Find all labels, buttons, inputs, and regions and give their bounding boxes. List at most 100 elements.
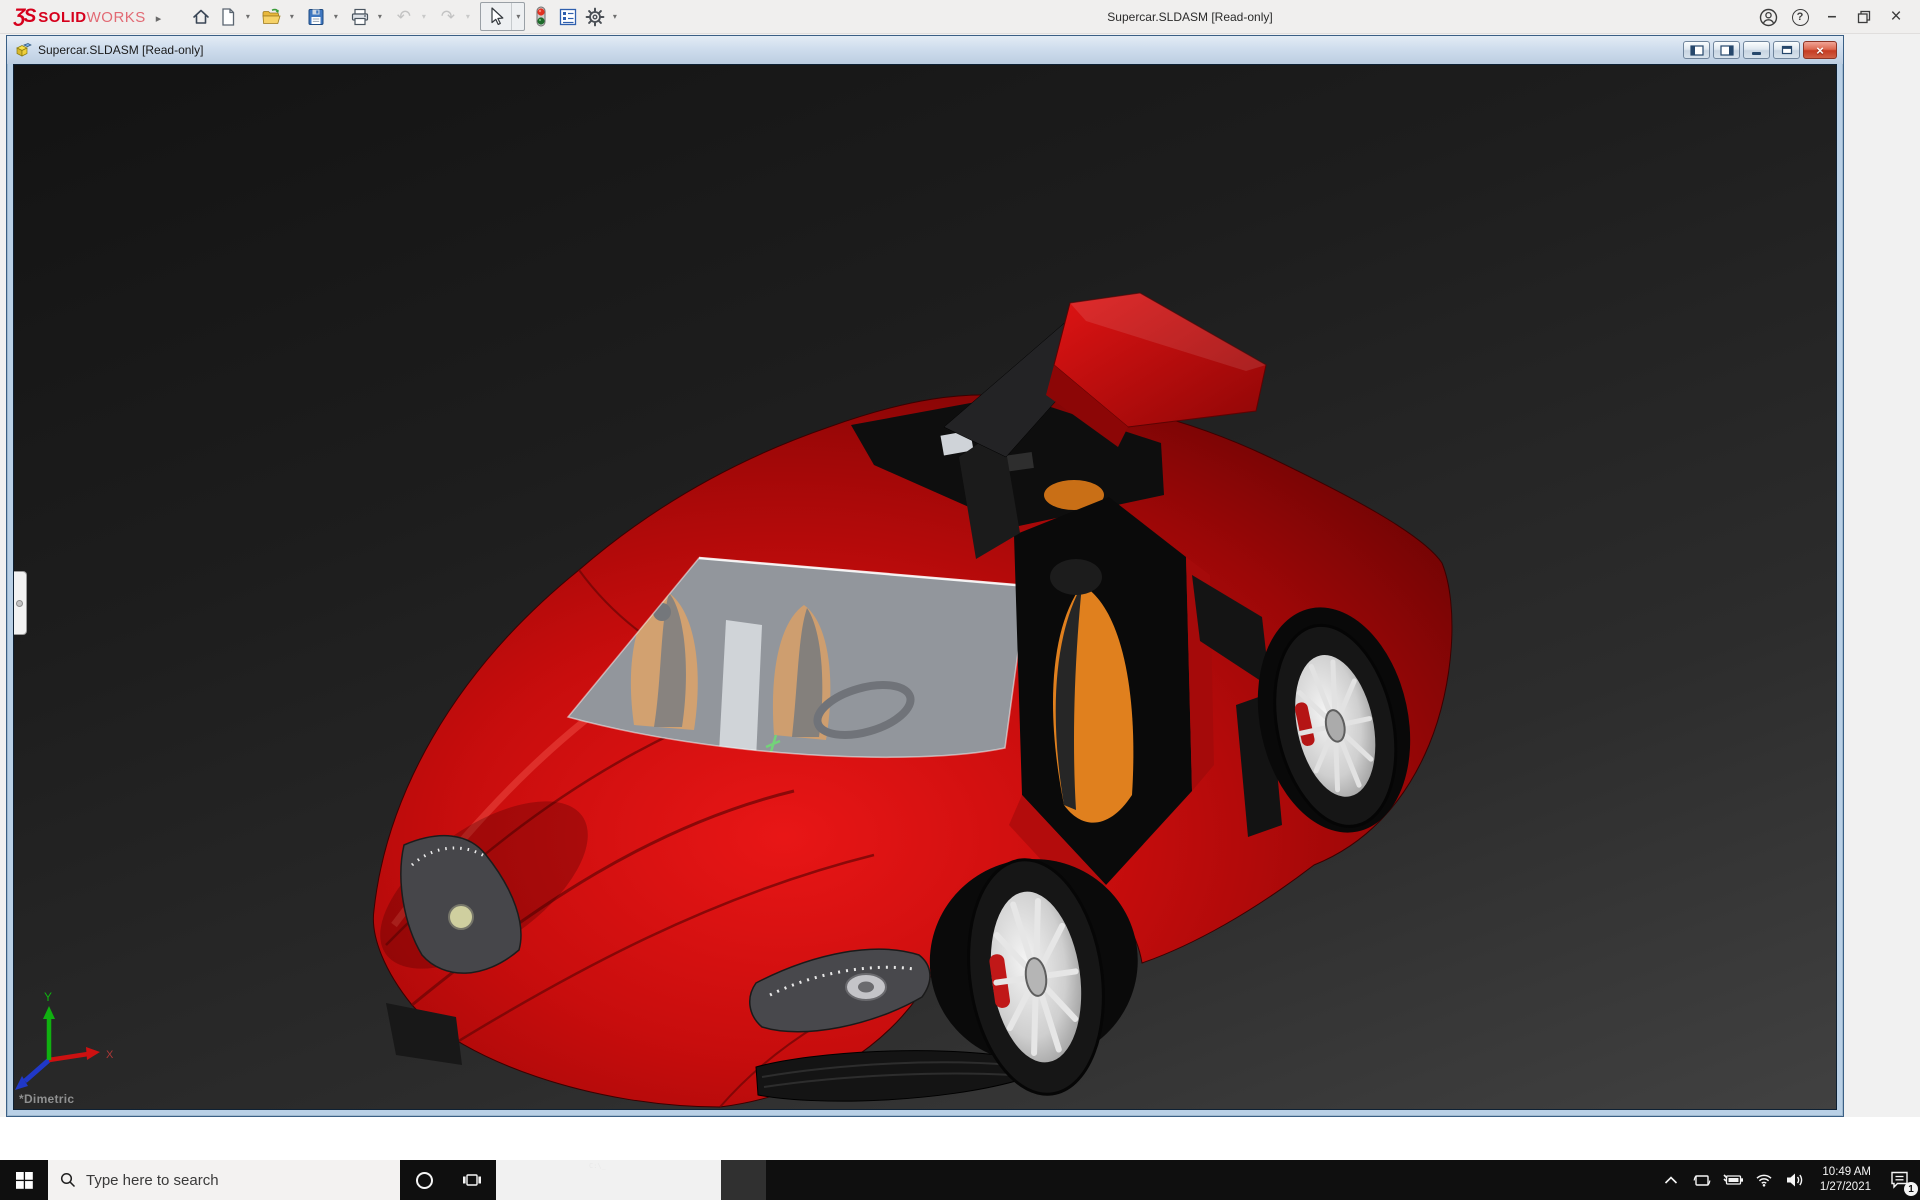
taskbar-window-app-button[interactable]	[676, 1160, 721, 1200]
document-restore-button[interactable]	[1773, 41, 1800, 59]
rebuild-button[interactable]	[527, 3, 554, 30]
pane-tab-grip-icon	[16, 600, 23, 607]
document-minimize-button[interactable]	[1743, 41, 1770, 59]
new-document-icon	[218, 7, 238, 27]
options-button[interactable]	[581, 3, 608, 30]
solidworks-app: ƷS SOLID WORKS ▸ ▾	[0, 0, 1920, 1200]
redo-button[interactable]: ↷	[434, 3, 461, 30]
tray-overflow-button[interactable]	[1656, 1160, 1687, 1200]
undo-dropdown[interactable]: ▾	[417, 3, 430, 30]
window-controls: ? – ×	[1752, 0, 1912, 34]
print-dropdown[interactable]: ▾	[373, 3, 386, 30]
options-dropdown[interactable]: ▾	[608, 3, 621, 30]
feature-manager-collapsed-tab[interactable]	[13, 571, 27, 635]
new-document-button[interactable]	[214, 3, 241, 30]
home-icon	[191, 7, 211, 27]
wifi-icon	[1755, 1173, 1773, 1187]
document-titlebar[interactable]: Supercar.SLDASM [Read-only]	[7, 36, 1843, 64]
assembly-document-icon	[15, 42, 32, 58]
clock-date: 1/27/2021	[1820, 1180, 1871, 1195]
graphics-viewport[interactable]: X Y *Dimetric	[13, 64, 1837, 1110]
taskbar-clock[interactable]: 10:49 AM 1/27/2021	[1811, 1160, 1880, 1200]
screen-rotation-icon	[1692, 1172, 1712, 1189]
user-account-icon	[1759, 8, 1778, 27]
new-document-dropdown[interactable]: ▾	[241, 3, 254, 30]
gear-icon	[585, 7, 605, 27]
taskbar-search[interactable]	[48, 1160, 400, 1200]
minimize-button[interactable]: –	[1816, 3, 1848, 31]
save-icon	[306, 7, 326, 27]
restore-button[interactable]	[1848, 3, 1880, 31]
triad-y-label: Y	[44, 990, 52, 1004]
tray-rotation-lock-button[interactable]	[1687, 1160, 1718, 1200]
show-right-pane-button[interactable]	[1713, 41, 1740, 59]
task-view-button[interactable]	[448, 1160, 496, 1200]
battery-charging-icon	[1722, 1173, 1744, 1187]
solidworks-logo: ƷS SOLID WORKS ▸	[14, 6, 161, 28]
open-button[interactable]	[258, 3, 285, 30]
speaker-icon	[1786, 1172, 1804, 1188]
search-input[interactable]	[86, 1172, 366, 1189]
file-properties-button[interactable]	[554, 3, 581, 30]
help-button[interactable]: ?	[1784, 3, 1816, 31]
home-button[interactable]	[187, 3, 214, 30]
windows-logo-icon	[16, 1172, 33, 1189]
supercar-3d-model: X Y	[14, 65, 1837, 1110]
taskbar-file-explorer-button[interactable]	[541, 1160, 586, 1200]
select-cursor-icon	[487, 7, 506, 26]
tray-volume-button[interactable]	[1780, 1160, 1811, 1200]
taskbar-edrawings-button[interactable]	[631, 1160, 676, 1200]
status-bar	[0, 1117, 1920, 1160]
open-folder-icon	[261, 7, 282, 27]
restore-icon	[1857, 10, 1871, 24]
select-tool-dropdown[interactable]: ▾	[511, 3, 524, 30]
clock-time: 10:49 AM	[1822, 1165, 1871, 1180]
cortana-button[interactable]	[400, 1160, 448, 1200]
open-dropdown[interactable]: ▾	[285, 3, 298, 30]
quick-access-toolbar: ▾ ▾ ▾	[187, 2, 625, 31]
undo-button[interactable]: ↶	[390, 3, 417, 30]
select-tool-group: ▾	[480, 2, 525, 31]
task-view-icon	[462, 1170, 482, 1190]
close-button[interactable]: ×	[1880, 3, 1912, 31]
redo-dropdown[interactable]: ▾	[461, 3, 474, 30]
window-title: Supercar.SLDASM [Read-only]	[1107, 10, 1272, 24]
action-center-button[interactable]: 1	[1880, 1160, 1920, 1200]
help-icon: ?	[1792, 9, 1809, 26]
account-button[interactable]	[1752, 3, 1784, 31]
system-tray: 10:49 AM 1/27/2021 1	[1656, 1160, 1920, 1200]
taskbar-edge-button[interactable]	[496, 1160, 541, 1200]
document-title: Supercar.SLDASM [Read-only]	[38, 43, 1680, 57]
taskbar-command-prompt-button[interactable]: C:\_	[586, 1160, 631, 1200]
pane-left-icon	[1690, 45, 1704, 56]
menu-expand-arrow-icon[interactable]: ▸	[156, 12, 162, 25]
select-tool-button[interactable]	[481, 3, 511, 30]
restore-icon	[1781, 45, 1793, 55]
orientation-triad: X Y	[15, 990, 114, 1090]
minimize-icon	[1752, 52, 1761, 55]
save-dropdown[interactable]: ▾	[329, 3, 342, 30]
file-properties-icon	[558, 7, 578, 27]
search-icon	[60, 1172, 76, 1188]
brand-text-works: WORKS	[87, 9, 146, 26]
main-titlebar: ƷS SOLID WORKS ▸ ▾	[0, 0, 1920, 34]
print-button[interactable]	[346, 3, 373, 30]
save-button[interactable]	[302, 3, 329, 30]
chevron-up-icon	[1664, 1176, 1678, 1185]
notification-badge: 1	[1904, 1182, 1918, 1196]
show-left-pane-button[interactable]	[1683, 41, 1710, 59]
document-window: Supercar.SLDASM [Read-only]	[6, 35, 1844, 1117]
command-prompt-icon-text: C:\_	[589, 1162, 606, 1170]
start-button[interactable]	[0, 1160, 48, 1200]
rebuild-traffic-light-icon	[531, 6, 551, 27]
solidworks-logo-icon: ƷS	[14, 6, 34, 28]
tray-battery-button[interactable]	[1718, 1160, 1749, 1200]
tray-wifi-button[interactable]	[1749, 1160, 1780, 1200]
windows-taskbar: C:\_ SW 2021	[0, 1160, 1920, 1200]
taskbar-solidworks-button[interactable]: SW 2021	[721, 1160, 766, 1200]
triad-x-label: X	[106, 1049, 114, 1061]
document-close-button[interactable]: ×	[1803, 41, 1837, 59]
brand-text-solid: SOLID	[38, 9, 86, 26]
cortana-icon	[416, 1172, 433, 1189]
pane-right-icon	[1720, 45, 1734, 56]
